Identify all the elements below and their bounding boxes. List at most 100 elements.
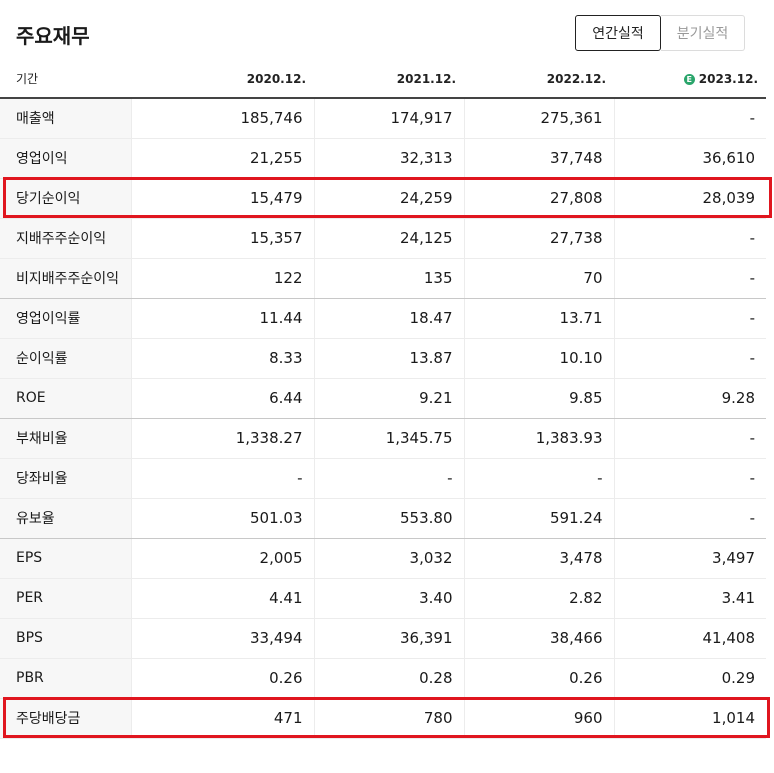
row-label: ROE (0, 378, 131, 419)
table-cell: 11.44 (130, 298, 314, 339)
table-row: 주당배당금 471 780 960 1,014 (0, 698, 766, 739)
table-row: 영업이익률 11.44 18.47 13.71- (0, 298, 766, 339)
row-label: 비지배주주순이익 (0, 258, 131, 299)
table-row: 영업이익 21,255 32,313 37,748 36,610 (0, 138, 766, 179)
table-cell: 27,808 (463, 178, 614, 219)
table-cell: 37,748 (463, 138, 614, 179)
table-cell: 13.87 (313, 338, 464, 379)
row-label: 부채비율 (0, 418, 131, 459)
table-cell: 960 (463, 698, 614, 739)
table-cell: - (613, 338, 766, 379)
row-label: 영업이익률 (0, 298, 131, 339)
table-cell: 38,466 (463, 618, 614, 659)
table-cell: 0.28 (313, 658, 464, 699)
table-cell: 0.26 (130, 658, 314, 699)
table-cell: 9.85 (463, 378, 614, 419)
table-cell: 24,125 (313, 218, 464, 259)
table-cell: 2,005 (130, 538, 314, 579)
row-label: 당기순이익 (0, 178, 131, 219)
table-row: 순이익률 8.33 13.87 10.10- (0, 338, 766, 379)
row-label: 주당배당금 (0, 698, 131, 739)
table-cell: 15,357 (130, 218, 314, 259)
table-row: 부채비율 1,338.27 1,345.75 1,383.93- (0, 418, 766, 459)
table-cell: - (313, 458, 464, 499)
table-cell: 2.82 (463, 578, 614, 619)
period-header: 2022.12. (464, 60, 614, 99)
table-row: 매출액 185,746 174,917 275,361- (0, 98, 766, 139)
table-cell: 3.40 (313, 578, 464, 619)
table-cell: - (613, 218, 766, 259)
table-cell: 1,014 (613, 698, 766, 739)
table-cell: 6.44 (130, 378, 314, 419)
table-cell: 780 (313, 698, 464, 739)
table-cell: 3.41 (613, 578, 766, 619)
table-row: ROE 6.44 9.21 9.85 9.28 (0, 378, 766, 419)
table-row: PBR 0.26 0.28 0.26 0.29 (0, 658, 766, 699)
period-header-label: 2023.12. (698, 71, 758, 86)
table-cell: - (613, 98, 766, 139)
table-cell: 10.10 (463, 338, 614, 379)
table-cell: - (613, 258, 766, 299)
table-cell: 275,361 (463, 98, 614, 139)
row-label: 지배주주순이익 (0, 218, 131, 259)
table-cell: 9.21 (313, 378, 464, 419)
table-row: BPS 33,494 36,391 38,466 41,408 (0, 618, 766, 659)
table-cell: 4.41 (130, 578, 314, 619)
table-header-row: 기간 2020.12. 2021.12. 2022.12. E 2023.12. (0, 60, 766, 99)
table-row: 당기순이익 15,479 24,259 27,808 28,039 (0, 178, 766, 219)
table-cell: 0.29 (613, 658, 766, 699)
table-cell: 0.26 (463, 658, 614, 699)
table-cell: 174,917 (313, 98, 464, 139)
table-cell: 36,610 (613, 138, 766, 179)
estimate-icon: E (683, 73, 695, 85)
table-row: 지배주주순이익 15,357 24,125 27,738- (0, 218, 766, 259)
row-label: 유보율 (0, 498, 131, 539)
table-cell: 21,255 (130, 138, 314, 179)
table-cell: 28,039 (613, 178, 766, 219)
table-cell: 1,338.27 (130, 418, 314, 459)
table-cell: - (613, 298, 766, 339)
table-cell: - (463, 458, 614, 499)
table-row: EPS 2,005 3,032 3,478 3,497 (0, 538, 766, 579)
table-cell: 135 (313, 258, 464, 299)
row-label: PER (0, 578, 131, 619)
table-cell: 3,032 (313, 538, 464, 579)
table-row: 당좌비율 - - - - (0, 458, 766, 499)
quarterly-results-tab[interactable]: 분기실적 (661, 15, 745, 51)
section-title: 주요재무 (16, 24, 90, 48)
period-header-estimate: E 2023.12. (614, 60, 766, 99)
table-cell: 122 (130, 258, 314, 299)
period-header: 2020.12. (131, 60, 314, 99)
table-cell: 1,383.93 (463, 418, 614, 459)
table-cell: - (613, 458, 766, 499)
table-cell: 9.28 (613, 378, 766, 419)
table-cell: 36,391 (313, 618, 464, 659)
row-label: EPS (0, 538, 131, 579)
table-row: 유보율 501.03 553.80 591.24- (0, 498, 766, 539)
row-label: 매출액 (0, 98, 131, 139)
table-cell: 15,479 (130, 178, 314, 219)
table-cell: - (130, 458, 314, 499)
table-cell: 3,478 (463, 538, 614, 579)
period-header: 2021.12. (314, 60, 464, 99)
table-cell: 18.47 (313, 298, 464, 339)
table-cell: - (613, 418, 766, 459)
table-cell: 8.33 (130, 338, 314, 379)
table-cell: 185,746 (130, 98, 314, 139)
table-cell: 33,494 (130, 618, 314, 659)
table-cell: 32,313 (313, 138, 464, 179)
row-label: 영업이익 (0, 138, 131, 179)
table-cell: 553.80 (313, 498, 464, 539)
table-cell: 13.71 (463, 298, 614, 339)
table-cell: 3,497 (613, 538, 766, 579)
annual-results-tab[interactable]: 연간실적 (575, 15, 661, 51)
table-cell: 27,738 (463, 218, 614, 259)
row-label: BPS (0, 618, 131, 659)
table-row: 비지배주주순이익 122 135 70- (0, 258, 766, 299)
table-cell: 1,345.75 (313, 418, 464, 459)
table-cell: 471 (130, 698, 314, 739)
row-label: 순이익률 (0, 338, 131, 379)
financial-summary-table: 기간 2020.12. 2021.12. 2022.12. E 2023.12. … (0, 60, 766, 739)
table-cell: 501.03 (130, 498, 314, 539)
row-label: 당좌비율 (0, 458, 131, 499)
